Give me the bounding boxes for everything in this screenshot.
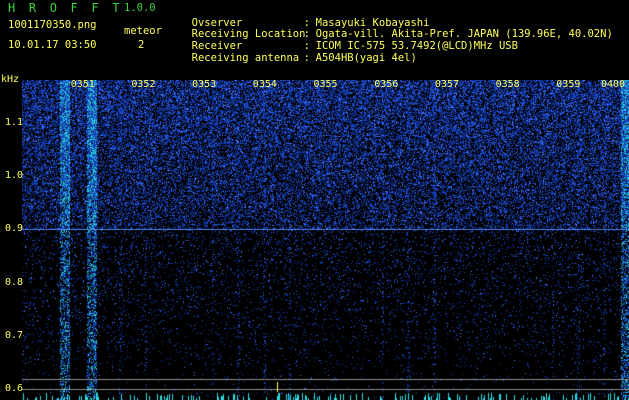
- app-title: H R O F F T: [8, 1, 123, 15]
- info-row-antenna: Receiving antenna: A504HB(yagi 4el): [179, 40, 417, 64]
- y-axis-unit: kHz: [1, 74, 20, 85]
- y-tick-label: 1.0: [5, 170, 24, 181]
- x-tick-label: 0356: [374, 79, 399, 90]
- x-tick-label: 0355: [313, 79, 338, 90]
- y-tick-label: 0.8: [5, 276, 24, 288]
- x-tick-label: 0353: [192, 79, 217, 90]
- meteor-label: meteor: [124, 25, 162, 37]
- info-key: Receiving antenna: [191, 52, 300, 64]
- capture-datetime: 10.01.17 03:50: [8, 39, 97, 51]
- meteor-count: 2: [138, 39, 145, 51]
- y-tick-label: 0.6: [5, 383, 24, 395]
- y-tick-label: 1.1: [5, 116, 24, 128]
- info-separator: :: [303, 52, 310, 64]
- file-name: 1001170350.png: [8, 19, 97, 31]
- x-tick-label: 0357: [434, 79, 459, 90]
- y-tick-label: 0.9: [5, 223, 24, 235]
- x-tick-label: 0352: [131, 79, 156, 90]
- x-tick-label: 0359: [556, 79, 581, 90]
- spectrogram-plot: [22, 80, 629, 400]
- x-tick-label: 0400: [601, 79, 626, 90]
- x-tick-label: 0358: [495, 79, 520, 90]
- app-version: 1.0.0: [124, 2, 156, 14]
- x-tick-label: 0354: [252, 79, 277, 90]
- info-value: A504HB(yagi 4el): [315, 52, 417, 64]
- y-tick-label: 0.7: [5, 330, 24, 341]
- x-tick-label: 0351: [70, 79, 95, 90]
